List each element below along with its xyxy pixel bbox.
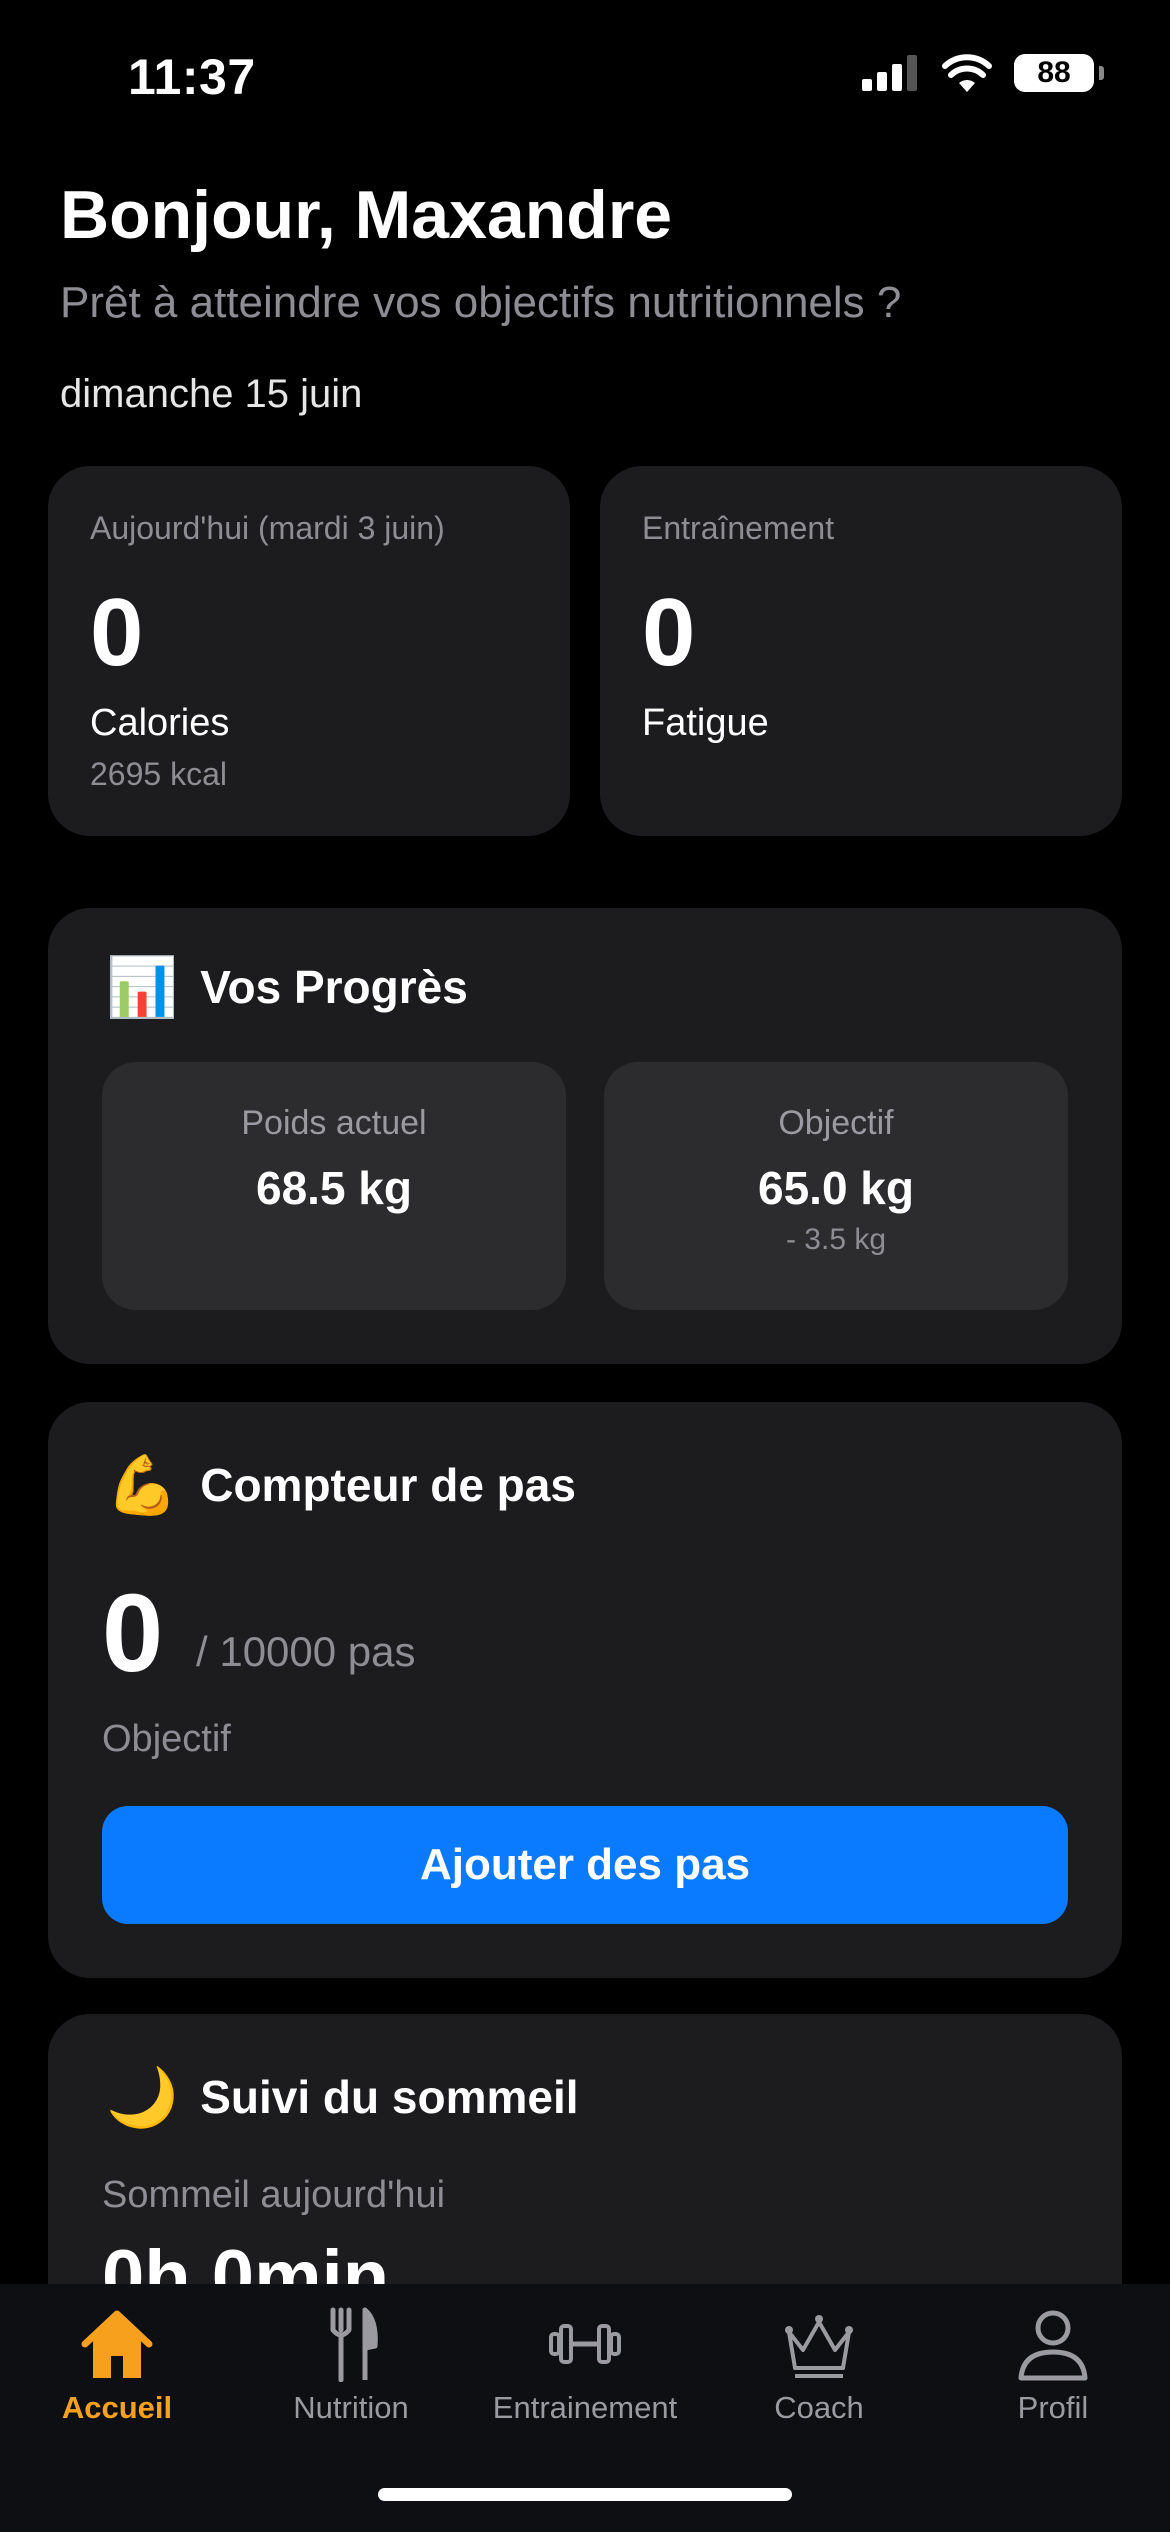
goal-weight-value: 65.0 kg [758, 1162, 914, 1214]
training-label: Entraînement [642, 510, 835, 546]
progress-title: Vos Progrès [200, 961, 468, 1013]
status-icons: 88 [862, 54, 1104, 92]
status-bar: 11:37 88 [0, 0, 1170, 150]
person-icon [1018, 2310, 1088, 2381]
flexed-biceps-icon: 💪 [106, 1451, 179, 1519]
crescent-moon-icon: 🌙 [106, 2063, 179, 2131]
crown-icon [785, 2315, 853, 2378]
tab-profil[interactable]: Profil [936, 2284, 1170, 2484]
calories-target: 2695 kcal [90, 756, 227, 792]
today-calories-card[interactable]: Aujourd'hui (mardi 3 juin) 0 Calories 26… [48, 466, 570, 836]
greeting-subtitle: Prêt à atteindre vos objectifs nutrition… [60, 278, 902, 327]
steps-goal-label: Objectif [102, 1718, 231, 1760]
tab-label: Accueil [61, 2390, 173, 2425]
cellular-signal-icon [862, 55, 917, 91]
tab-label: Nutrition [293, 2390, 409, 2425]
current-date: dimanche 15 juin [60, 372, 363, 416]
steps-header: 💪 Compteur de pas [106, 1456, 576, 1514]
fatigue-value: 0 [642, 579, 696, 686]
steps-goal: / 10000 pas [196, 1628, 416, 1675]
tab-label: Entrainement [492, 2390, 678, 2425]
wifi-icon [942, 54, 992, 92]
tab-bar: Accueil Nutrition Entrainement Coach Pro… [0, 2284, 1170, 2532]
progress-card: 📊 Vos Progrès Poids actuel 68.5 kg Objec… [48, 908, 1122, 1364]
add-steps-button[interactable]: Ajouter des pas [102, 1806, 1068, 1924]
today-label: Aujourd'hui (mardi 3 juin) [90, 510, 445, 546]
sleep-header: 🌙 Suivi du sommeil [106, 2068, 579, 2126]
tab-accueil[interactable]: Accueil [0, 2284, 234, 2484]
greeting-title: Bonjour, Maxandre [60, 177, 673, 253]
current-weight-label: Poids actuel [241, 1104, 427, 1142]
current-weight-tile: Poids actuel 68.5 kg [102, 1062, 566, 1310]
home-indicator[interactable] [378, 2488, 792, 2501]
tab-entrainement[interactable]: Entrainement [468, 2284, 702, 2484]
goal-weight-label: Objectif [778, 1104, 894, 1142]
sleep-label: Sommeil aujourd'hui [102, 2174, 446, 2216]
tab-coach[interactable]: Coach [702, 2284, 936, 2484]
dumbbell-icon [549, 2324, 621, 2364]
calories-label: Calories [90, 702, 230, 744]
home-icon [81, 2310, 153, 2378]
tab-label: Profil [1017, 2390, 1089, 2425]
fork-knife-icon [330, 2307, 378, 2382]
training-card[interactable]: Entraînement 0 Fatigue [600, 466, 1122, 836]
current-weight-value: 68.5 kg [256, 1162, 412, 1214]
bar-chart-icon: 📊 [106, 953, 179, 1021]
goal-weight-difference: - 3.5 kg [785, 1223, 887, 1256]
tab-nutrition[interactable]: Nutrition [234, 2284, 468, 2484]
status-time: 11:37 [128, 49, 256, 105]
fatigue-label: Fatigue [642, 702, 769, 744]
sleep-title: Suivi du sommeil [200, 2071, 579, 2123]
calories-value: 0 [90, 579, 144, 686]
progress-header: 📊 Vos Progrès [106, 958, 468, 1016]
steps-value: 0 [102, 1572, 164, 1695]
battery-icon: 88 [1014, 54, 1104, 92]
steps-title: Compteur de pas [200, 1459, 576, 1511]
tab-label: Coach [774, 2390, 864, 2425]
goal-weight-tile: Objectif 65.0 kg - 3.5 kg [604, 1062, 1068, 1310]
